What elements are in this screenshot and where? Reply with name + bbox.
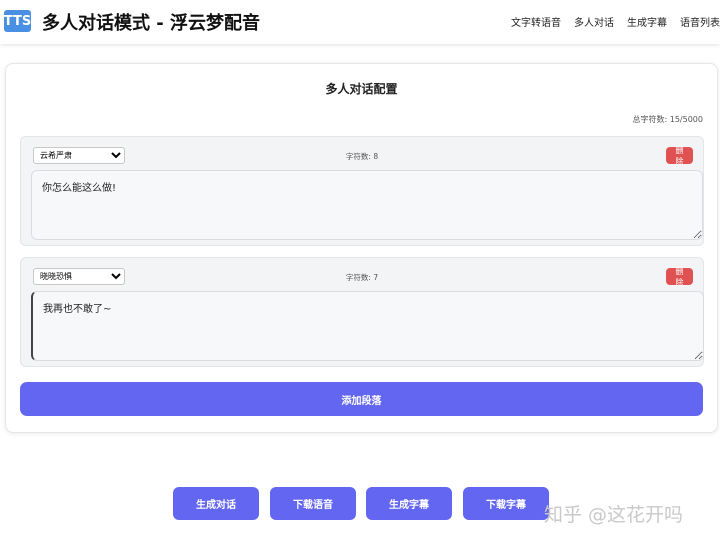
watermark: 知乎 @这花开吗 [544,504,684,526]
segment-text-input[interactable]: 你怎么能这么做! [31,170,703,240]
nav-item-multi-dialog[interactable]: 多人对话 [574,14,614,29]
nav-item-text-to-speech[interactable]: 文字转语音 [511,14,561,29]
add-segment-button[interactable]: 添加段落 [20,382,703,416]
segment-char-count: 字符数: 8 [345,152,379,161]
nav-item-voice-list[interactable]: 语音列表 [680,14,720,29]
config-title: 多人对话配置 [325,82,398,96]
delete-segment-button[interactable]: 删除 [666,146,693,166]
app-title: 多人对话模式 - 浮云梦配音 [42,13,261,34]
top-nav: 文字转语音 多人对话 生成字幕 语音列表 [511,14,720,29]
generate-dialog-button[interactable]: 生成对话 [173,487,259,520]
segment-char-count: 字符数: 7 [345,273,379,282]
nav-item-generate-subtitles[interactable]: 生成字幕 [627,14,667,29]
download-audio-button[interactable]: 下载语音 [270,487,356,520]
total-char-count: 总字符数: 15/5000 [632,115,703,124]
app-header: TTS 多人对话模式 - 浮云梦配音 文字转语音 多人对话 生成字幕 语音列表 [0,0,720,44]
dialog-segment: 云希严肃 字符数: 8 删除 你怎么能这么做! [20,136,704,246]
dialog-config-card: 多人对话配置 总字符数: 15/5000 云希严肃 字符数: 8 删除 你怎么能… [5,63,718,433]
segment-text-input[interactable]: 我再也不敢了~ [31,291,704,361]
tts-logo: TTS [4,10,31,32]
generate-subtitles-button[interactable]: 生成字幕 [366,487,452,520]
download-subtitles-button[interactable]: 下载字幕 [463,487,549,520]
delete-segment-button[interactable]: 删除 [666,267,693,287]
dialog-segment: 晓晓恐惧 字符数: 7 删除 我再也不敢了~ [20,257,704,367]
